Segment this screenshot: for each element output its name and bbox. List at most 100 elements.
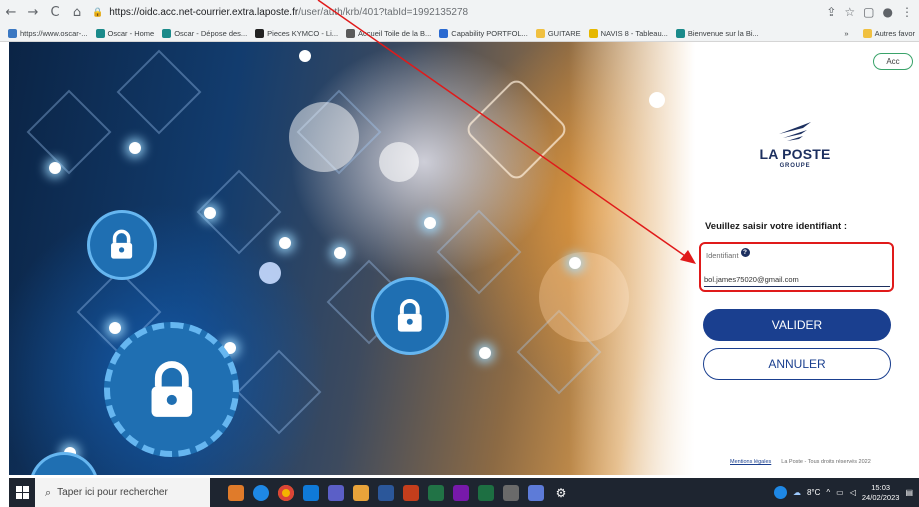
- taskbar-apps: ⚙: [228, 484, 569, 501]
- hero-fade: [569, 42, 709, 475]
- la-poste-bird-icon: [779, 122, 811, 141]
- network-node: [334, 247, 346, 259]
- search-icon: ⌕: [45, 485, 52, 499]
- bookmark-favicon-icon: [439, 29, 449, 38]
- bokeh: [299, 50, 311, 62]
- bookmark-item[interactable]: Capability PORTFOL...: [439, 29, 528, 38]
- help-app-icon[interactable]: [773, 486, 787, 499]
- bookmark-favicon-icon: [346, 29, 356, 38]
- sidepanel-icon[interactable]: ▢: [863, 5, 874, 19]
- bookmark-item[interactable]: Pieces KYMCO - Li...: [255, 29, 338, 38]
- home-icon[interactable]: ⌂: [66, 1, 88, 23]
- lock-icon: 🔒: [92, 6, 104, 17]
- bookmark-item[interactable]: NAVIS 8 - Tableau...: [588, 29, 668, 38]
- forward-icon[interactable]: →: [22, 1, 44, 23]
- taskbar-app-icon[interactable]: [228, 484, 244, 501]
- folder-icon: [862, 29, 872, 38]
- settings-icon[interactable]: ⚙: [553, 485, 569, 501]
- bokeh: [259, 262, 281, 284]
- network-icon[interactable]: ▭: [836, 488, 844, 497]
- windows-taskbar: ⌕ Taper ici pour rechercher ⚙ ☁ 8°C ^ ▭ …: [9, 478, 919, 507]
- taskbar-search[interactable]: ⌕ Taper ici pour rechercher: [35, 478, 210, 507]
- bokeh: [379, 142, 419, 182]
- network-node: [424, 217, 436, 229]
- bookmark-item[interactable]: GUITARE: [535, 29, 581, 38]
- outlook-icon[interactable]: [303, 484, 319, 501]
- weather-temp[interactable]: 8°C: [807, 488, 820, 497]
- hero-image: [9, 42, 709, 475]
- back-icon[interactable]: ←: [0, 1, 22, 23]
- profile-icon[interactable]: ●: [883, 5, 893, 19]
- help-icon[interactable]: ?: [740, 248, 750, 257]
- network-node: [204, 207, 216, 219]
- folder-icon: [535, 29, 545, 38]
- reload-icon[interactable]: C: [44, 1, 66, 23]
- network-node: [49, 162, 61, 174]
- visio-icon[interactable]: [528, 484, 544, 501]
- powerpoint-icon[interactable]: [403, 484, 419, 501]
- logo-brand: LA POSTE: [759, 146, 831, 162]
- padlock-icon: [371, 277, 449, 355]
- network-hex: [236, 349, 322, 435]
- bookmark-favicon-icon: [255, 29, 265, 38]
- tray-chevron-icon[interactable]: ^: [826, 488, 830, 497]
- teams-icon[interactable]: [328, 484, 344, 501]
- bookmark-favicon-icon: [8, 29, 17, 38]
- excel-icon[interactable]: [428, 484, 444, 501]
- identifiant-input[interactable]: [704, 273, 890, 287]
- valider-button[interactable]: VALIDER: [703, 309, 891, 341]
- annuler-button[interactable]: ANNULER: [703, 348, 891, 380]
- notification-icon[interactable]: ▤: [905, 488, 913, 497]
- taskbar-clock[interactable]: 15:03 24/02/2023: [862, 483, 900, 503]
- network-hex: [116, 49, 202, 135]
- network-node: [479, 347, 491, 359]
- network-hex: [436, 209, 522, 295]
- bookmarks-overflow-icon[interactable]: »: [844, 29, 848, 38]
- taskbar-search-placeholder: Taper ici pour rechercher: [57, 487, 168, 498]
- url-path: /user/auth/krb/401?tabId=1992135278: [298, 6, 469, 18]
- login-prompt: Veuillez saisir votre identifiant :: [705, 221, 848, 232]
- windows-start-icon[interactable]: [9, 478, 35, 507]
- copyright-text: La Poste - Tous droits réservés 2022: [781, 459, 871, 465]
- star-icon[interactable]: ☆: [844, 5, 855, 19]
- bookmark-item[interactable]: Accueil Toile de la B...: [346, 29, 431, 38]
- padlock-icon: [104, 322, 239, 457]
- footer: Mentions légales La Poste - Tous droits …: [730, 459, 871, 465]
- logo-subtitle: GROUPE: [779, 163, 811, 169]
- excel-icon[interactable]: [478, 484, 494, 501]
- browser-chrome: ← → C ⌂ 🔒 https://oidc.acc.net-courrier.…: [0, 0, 919, 42]
- bookmark-favicon-icon: [162, 29, 172, 38]
- bookmark-favicon-icon: [675, 29, 685, 38]
- share-icon[interactable]: ⇪: [826, 5, 836, 19]
- bookmark-item[interactable]: Bienvenue sur la Bi...: [675, 29, 759, 38]
- bookmark-item[interactable]: Oscar - Dépose des...: [162, 29, 247, 38]
- network-node: [279, 237, 291, 249]
- padlock-icon: [29, 452, 99, 475]
- address-bar[interactable]: 🔒 https://oidc.acc.net-courrier.extra.la…: [92, 2, 826, 22]
- network-hex: [26, 89, 112, 175]
- weather-icon[interactable]: ☁: [793, 488, 801, 497]
- file-explorer-icon[interactable]: [353, 484, 369, 501]
- network-node: [109, 322, 121, 334]
- bookmark-item[interactable]: https://www.oscar-...: [8, 29, 88, 38]
- bokeh: [289, 102, 359, 172]
- accessibility-button[interactable]: Acc: [873, 53, 913, 70]
- snipping-tool-icon[interactable]: [503, 484, 519, 501]
- word-icon[interactable]: [378, 484, 394, 501]
- mentions-legales-link[interactable]: Mentions légales: [730, 459, 771, 465]
- bookmark-favicon-icon: [588, 29, 598, 38]
- edge-icon[interactable]: [253, 484, 269, 501]
- network-hex: [463, 76, 570, 183]
- onenote-icon[interactable]: [453, 484, 469, 501]
- other-bookmarks[interactable]: Autres favor: [862, 29, 915, 38]
- network-node: [129, 142, 141, 154]
- system-tray: ☁ 8°C ^ ▭ ◁ 15:03 24/02/2023 ▤: [773, 483, 919, 503]
- bookmarks-bar: https://www.oscar-... Oscar - Home Oscar…: [0, 25, 919, 42]
- volume-icon[interactable]: ◁: [850, 488, 856, 497]
- browser-toolbar: ← → C ⌂ 🔒 https://oidc.acc.net-courrier.…: [0, 0, 919, 24]
- bookmark-item[interactable]: Oscar - Home: [95, 29, 154, 38]
- menu-icon[interactable]: ⋮: [901, 5, 913, 19]
- la-poste-logo: LA POSTE GROUPE: [755, 120, 835, 169]
- chrome-icon[interactable]: [278, 484, 294, 501]
- url-host: https://oidc.acc.net-courrier.extra.lapo…: [109, 6, 299, 18]
